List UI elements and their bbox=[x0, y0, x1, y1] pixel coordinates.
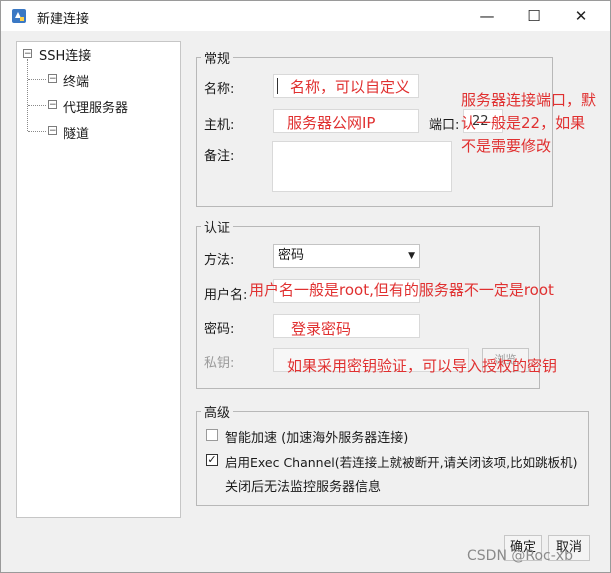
method-dropdown[interactable]: 密码 ▼ bbox=[273, 244, 420, 268]
collapse-box-icon[interactable]: − bbox=[48, 74, 57, 84]
text-cursor bbox=[277, 78, 278, 94]
password-annotation: 登录密码 bbox=[291, 320, 352, 338]
password-label: 密码: bbox=[204, 322, 235, 337]
watermark-text: CSDN @Roc-xb bbox=[467, 548, 573, 564]
accelerate-label: 智能加速 (加速海外服务器连接) bbox=[225, 431, 409, 446]
tree-item-proxy[interactable]: 代理服务器 bbox=[63, 97, 128, 116]
app-icon bbox=[12, 9, 26, 23]
chevron-down-icon: ▼ bbox=[408, 251, 415, 261]
private-key-annotation: 如果采用密钥验证，可以导入授权的密钥 bbox=[287, 357, 558, 375]
host-annotation: 服务器公网IP bbox=[287, 114, 376, 132]
window-title: 新建连接 bbox=[37, 12, 90, 27]
collapse-box-icon[interactable]: − bbox=[23, 49, 32, 59]
tree-item-tunnel[interactable]: 隧道 bbox=[63, 123, 89, 142]
collapse-box-icon[interactable]: − bbox=[48, 100, 57, 110]
advanced-group-title: 高级 bbox=[204, 406, 231, 421]
accelerate-checkbox[interactable] bbox=[206, 429, 218, 441]
exec-channel-label: 启用Exec Channel(若连接上就被断开,请关闭该项,比如跳板机) bbox=[225, 455, 578, 470]
tree-connector bbox=[28, 79, 46, 80]
tree-connector bbox=[27, 59, 28, 131]
tree-item-ssh[interactable]: SSH连接 bbox=[39, 45, 91, 64]
port-annotation-line3: 不是需要修改 bbox=[461, 137, 552, 155]
new-connection-dialog: 新建连接 — ☐ ✕ − SSH连接 − 终端 − 代理服务器 − 隧道 常规 … bbox=[0, 0, 611, 573]
settings-tree: − SSH连接 − 终端 − 代理服务器 − 隧道 bbox=[16, 41, 181, 518]
private-key-label: 私钥: bbox=[204, 356, 235, 371]
method-label: 方法: bbox=[204, 253, 235, 268]
close-button[interactable]: ✕ bbox=[558, 1, 604, 31]
host-label: 主机: bbox=[204, 118, 235, 133]
port-annotation-line1: 服务器连接端口，默 bbox=[461, 91, 597, 109]
port-annotation-line2: 认一般是22，如果 bbox=[461, 114, 586, 132]
auth-group-title: 认证 bbox=[204, 221, 231, 236]
tree-connector bbox=[28, 131, 46, 132]
title-bar: 新建连接 — ☐ ✕ bbox=[1, 1, 610, 31]
maximize-button[interactable]: ☐ bbox=[511, 1, 557, 31]
name-annotation: 名称，可以自定义 bbox=[290, 78, 411, 96]
note-field[interactable] bbox=[272, 141, 452, 192]
exec-channel-note: 关闭后无法监控服务器信息 bbox=[225, 480, 382, 495]
name-label: 名称: bbox=[204, 82, 235, 97]
port-label: 端口: bbox=[429, 118, 460, 133]
username-label: 用户名: bbox=[204, 288, 248, 303]
collapse-box-icon[interactable]: − bbox=[48, 126, 57, 136]
exec-channel-checkbox[interactable]: ✓ bbox=[206, 454, 218, 466]
method-value: 密码 bbox=[278, 248, 305, 263]
tree-item-terminal[interactable]: 终端 bbox=[63, 71, 89, 90]
note-label: 备注: bbox=[204, 149, 235, 164]
username-annotation: 用户名一般是root,但有的服务器不一定是root bbox=[249, 281, 554, 299]
minimize-button[interactable]: — bbox=[464, 1, 510, 31]
tree-connector bbox=[28, 105, 46, 106]
general-group-title: 常规 bbox=[204, 52, 231, 67]
